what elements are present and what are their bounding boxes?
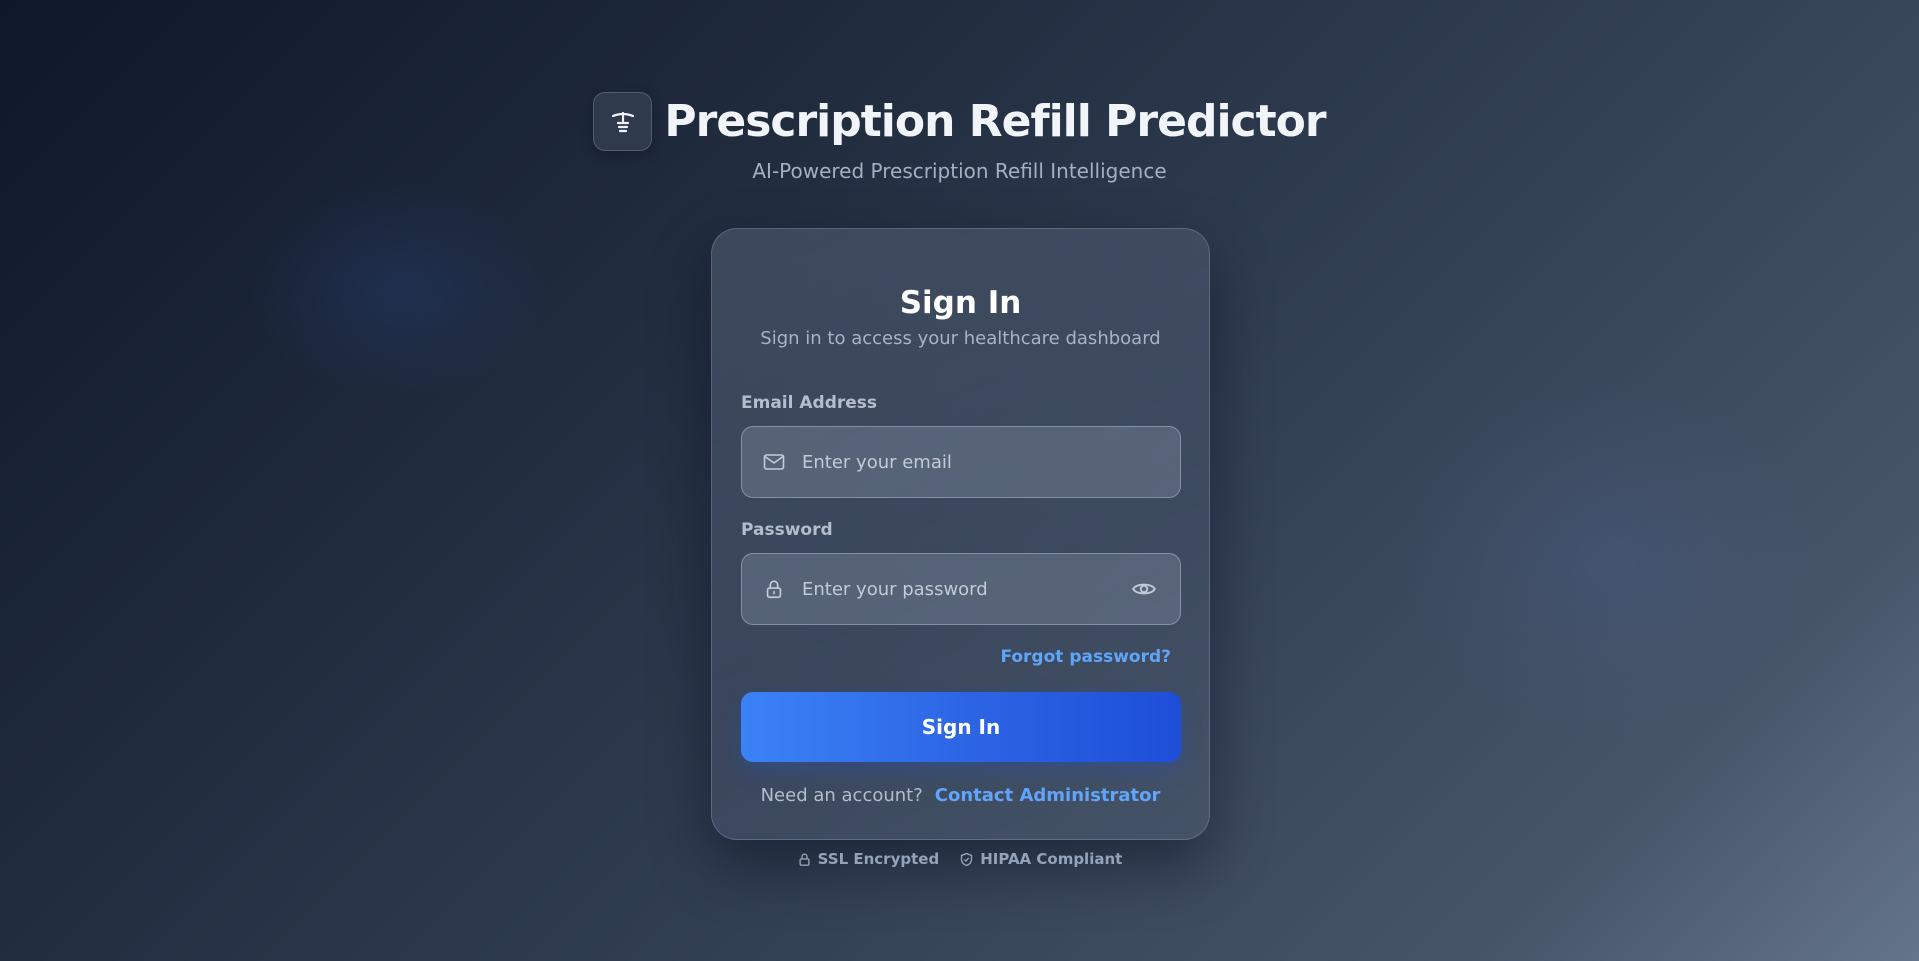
app-subtitle: AI-Powered Prescription Refill Intellige… [752,159,1167,183]
password-label: Password [741,520,833,540]
sign-in-button[interactable]: Sign In [741,692,1181,762]
ssl-badge: SSL Encrypted [797,850,940,868]
contact-administrator-link[interactable]: Contact Administrator [935,785,1161,806]
lock-icon [762,577,786,601]
email-field-wrapper [741,426,1181,498]
forgot-password-link[interactable]: Forgot password? [1000,647,1171,667]
account-prompt-text: Need an account? [760,785,923,806]
mail-icon [762,450,786,474]
email-field[interactable] [802,427,1120,497]
lock-icon [799,853,810,866]
background-glow [250,180,550,400]
sign-in-card: Sign In Sign in to access your healthcar… [711,228,1210,840]
hipaa-badge-label: HIPAA Compliant [980,850,1123,868]
email-label: Email Address [741,393,878,413]
pharmacy-symbol-icon [611,111,635,132]
shield-icon [961,852,973,866]
background-glow [1400,380,1820,740]
app-title: Prescription Refill Predictor [664,96,1326,147]
hipaa-badge: HIPAA Compliant [959,850,1122,868]
account-prompt-row: Need an account? Contact Administrator [712,785,1209,806]
security-badges: SSL Encrypted HIPAA Compliant [0,850,1919,868]
password-field-wrapper [741,553,1181,625]
form-subtitle: Sign in to access your healthcare dashbo… [760,328,1161,349]
brand-header: Prescription Refill Predictor [0,92,1919,151]
password-field[interactable] [802,554,1120,624]
ssl-badge-label: SSL Encrypted [817,850,940,868]
eye-icon[interactable] [1130,575,1158,603]
app-logo [593,92,653,151]
form-title: Sign In [899,285,1022,321]
